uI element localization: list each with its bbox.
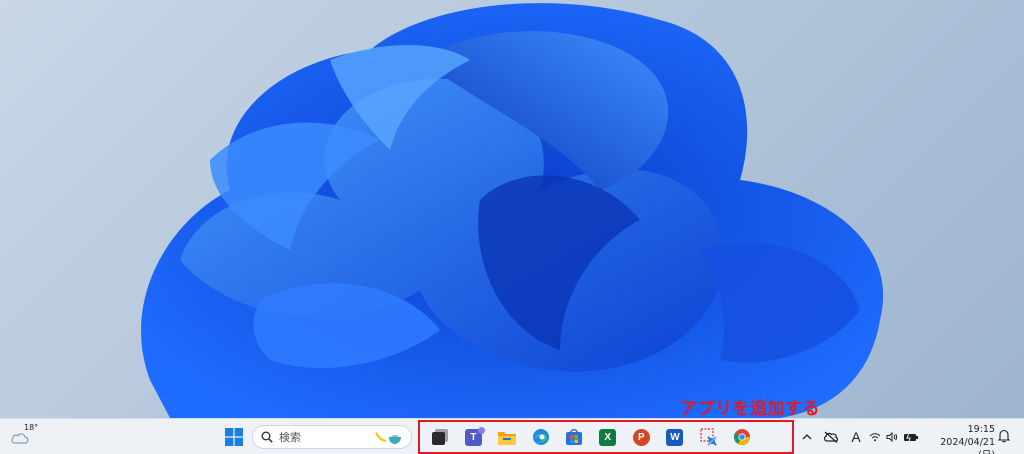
cloud-off-icon [824,431,839,443]
clock-date: 2024/04/21 (日) [940,437,995,454]
taskbar-app-snipping-tool[interactable] [692,422,726,452]
excel-icon: X [599,428,617,446]
weather-temperature: 18° [24,423,39,432]
notifications-button[interactable] [997,428,1011,447]
teams-letter: T [470,431,477,443]
excel-letter: X [604,431,612,443]
chrome-icon [734,429,751,445]
taskbar-app-task-view[interactable] [423,422,457,452]
battery-charging-icon [904,432,918,442]
taskbar-app-file-explorer[interactable] [490,422,524,452]
volume-button[interactable] [884,425,900,449]
taskbar-app-chrome[interactable] [725,422,759,452]
word-icon: W [666,428,684,446]
clock-button[interactable]: 19:15 2024/04/21 (日) [925,423,995,454]
word-letter: W [670,431,680,443]
system-tray: A [798,425,922,449]
taskbar-app-microsoft-store[interactable] [557,422,591,452]
battery-button[interactable] [900,425,922,449]
folder-icon [497,431,516,445]
search-highlight-icon [373,429,403,445]
show-hidden-icons-button[interactable] [798,425,816,449]
wifi-icon [869,433,881,442]
annotation-add-apps: アプリを追加する [680,399,820,419]
start-button[interactable] [222,425,246,449]
snipping-tool-icon [699,428,717,446]
clock-time: 19:15 [967,424,995,435]
bloom-graphic [141,3,884,418]
powerpoint-letter: P [638,431,645,443]
taskbar-app-powerpoint[interactable]: P [625,422,659,452]
search-placeholder: 検索 [279,431,301,444]
store-icon [566,429,583,445]
cloud-sync-button[interactable] [816,425,846,449]
weather-widget[interactable]: 18° [10,423,38,450]
taskbar-app-excel[interactable]: X [591,422,625,452]
taskbar: 18° 検索 T X P W A 19:15 2024/04/21 [0,418,1024,454]
network-button[interactable] [866,425,884,449]
task-view-icon [431,429,448,445]
taskbar-app-teams[interactable]: T [457,422,491,452]
chevron-up-icon [802,434,812,440]
edge-icon [532,429,549,445]
pinned-apps-highlight: T X P W [418,420,794,454]
desktop-wallpaper [0,0,1024,418]
ime-indicator[interactable]: A [846,425,866,449]
speaker-icon [886,432,898,442]
bell-icon [997,429,1011,443]
taskbar-app-edge[interactable] [524,422,558,452]
powerpoint-icon: P [632,428,650,446]
teams-icon: T [464,426,485,446]
taskbar-app-word[interactable]: W [658,422,692,452]
search-box[interactable]: 検索 [252,425,412,449]
search-icon [261,431,273,443]
windows-start-icon [225,428,243,446]
